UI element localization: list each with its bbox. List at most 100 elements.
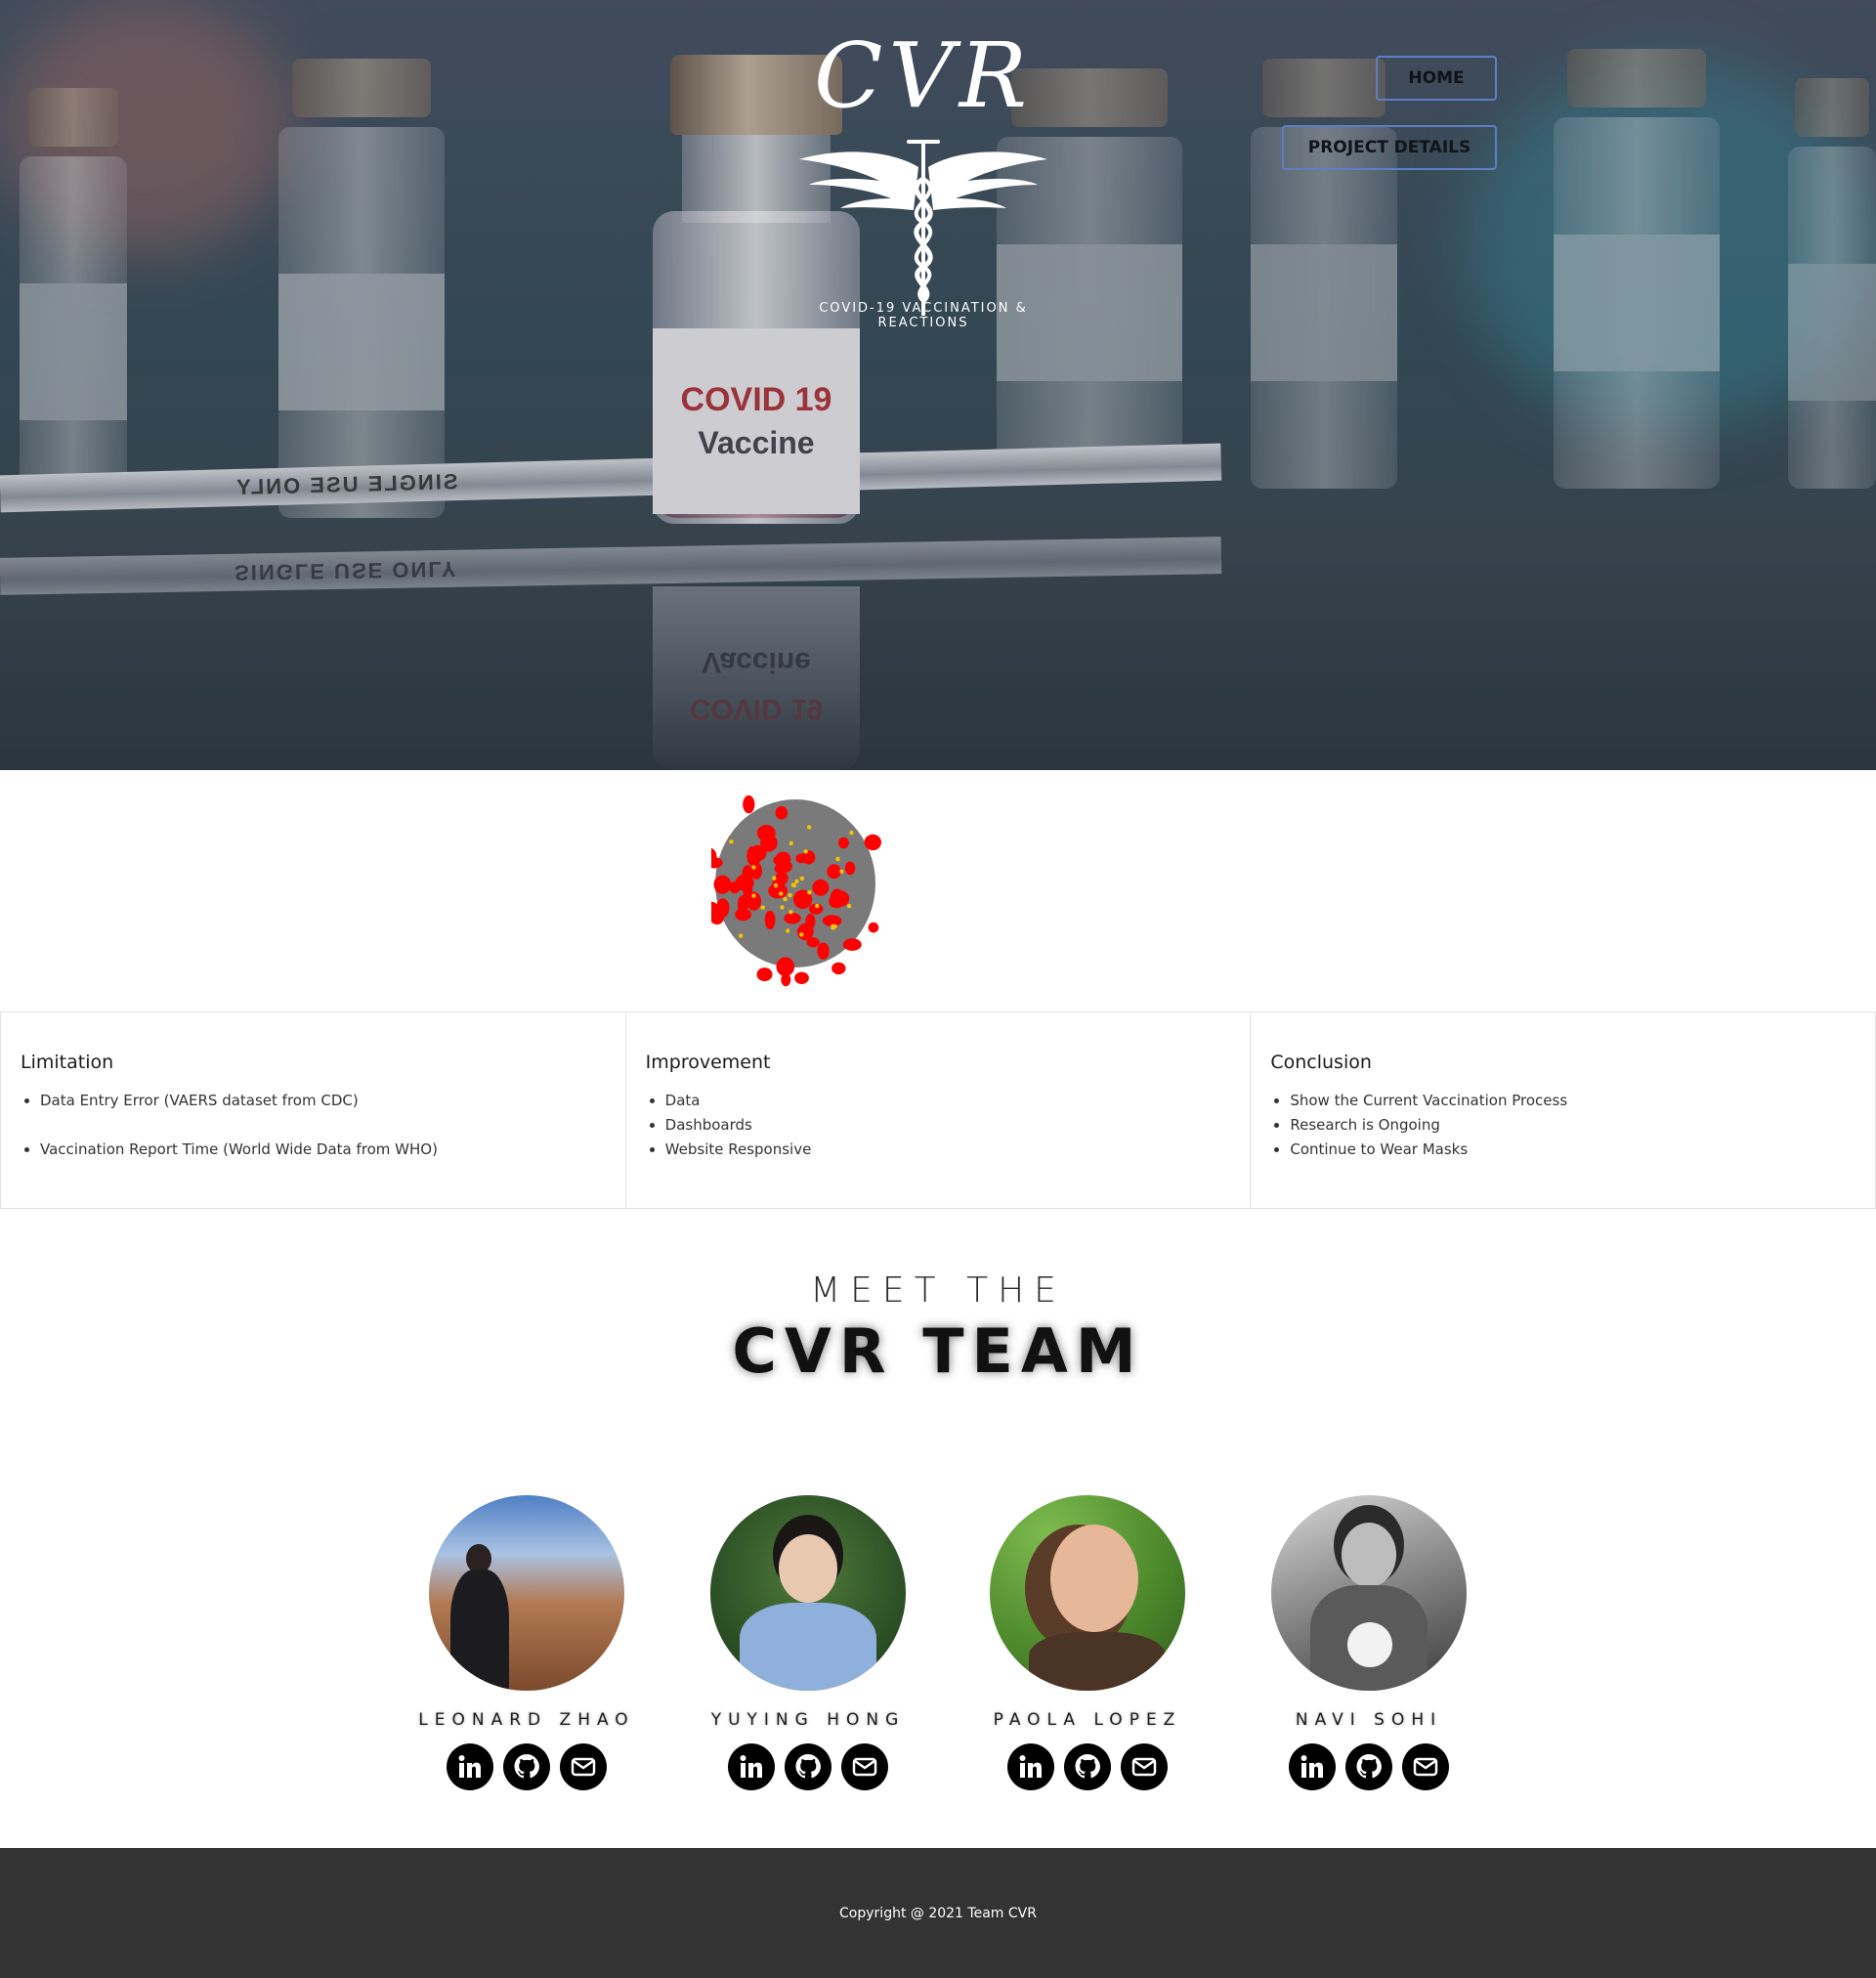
- avatar: [1271, 1495, 1467, 1691]
- virus-dot: [835, 856, 840, 862]
- virus-spike: [756, 968, 773, 982]
- panel-list: Data Dashboards Website Responsive: [646, 1089, 1251, 1162]
- virus-spike: [716, 898, 730, 918]
- member-name: LEONARD ZHAO: [418, 1710, 635, 1730]
- virus-dot: [794, 879, 799, 884]
- home-button[interactable]: HOME: [1376, 56, 1497, 101]
- email-icon[interactable]: [560, 1743, 607, 1790]
- virus-dot: [790, 882, 796, 887]
- project-details-button[interactable]: PROJECT DETAILS: [1282, 125, 1497, 170]
- linkedin-icon[interactable]: [728, 1743, 775, 1790]
- limitation-panel: Limitation Data Entry Error (VAERS datas…: [0, 1012, 625, 1208]
- list-item: Dashboards: [665, 1113, 1251, 1138]
- virus-dot: [779, 891, 784, 896]
- virus-dot: [751, 893, 756, 898]
- panel-list: Show the Current Vaccination Process Res…: [1270, 1089, 1875, 1162]
- team-member-card: LEONARD ZHAO: [400, 1495, 654, 1790]
- social-links: [681, 1743, 935, 1790]
- email-icon[interactable]: [1402, 1743, 1449, 1790]
- linkedin-icon[interactable]: [1007, 1743, 1054, 1790]
- virus-spike: [805, 913, 816, 929]
- conclusion-panel: Conclusion Show the Current Vaccination …: [1250, 1012, 1876, 1208]
- virus-dot: [773, 882, 779, 888]
- virus-dot: [751, 865, 756, 870]
- virus-spike: [838, 837, 849, 849]
- avatar: [429, 1495, 624, 1691]
- virus-spike: [812, 879, 830, 896]
- list-item: Website Responsive: [665, 1138, 1251, 1162]
- copyright-text: Copyright @ 2021 Team CVR: [839, 1905, 1037, 1921]
- list-item: Research is Ongoing: [1290, 1113, 1875, 1138]
- virus-spike: [831, 962, 846, 975]
- virus-spike: [830, 888, 845, 909]
- virus-spike: [775, 805, 789, 820]
- virus-dot: [807, 889, 812, 895]
- virus-dot: [788, 892, 792, 898]
- social-links: [1242, 1743, 1496, 1790]
- github-icon[interactable]: [503, 1743, 550, 1790]
- virus-dot: [772, 876, 777, 881]
- caduceus-icon: [799, 140, 1047, 316]
- virus-dot: [760, 905, 765, 910]
- virus-spike: [781, 972, 791, 987]
- virus-dot: [789, 840, 793, 846]
- linkedin-icon[interactable]: [1289, 1743, 1336, 1790]
- findings-panels: Limitation Data Entry Error (VAERS datas…: [0, 1011, 1876, 1209]
- improvement-panel: Improvement Data Dashboards Website Resp…: [624, 1012, 1251, 1208]
- coronavirus-icon: [699, 795, 881, 987]
- logo-mark: CVR: [813, 23, 1034, 128]
- virus-spike: [735, 908, 751, 922]
- team-member-card: YUYING HONG: [681, 1495, 935, 1790]
- virus-dot: [738, 933, 744, 938]
- team-member-card: PAOLA LOPEZ: [960, 1495, 1215, 1790]
- virus-dot: [789, 910, 793, 915]
- linkedin-icon[interactable]: [447, 1743, 493, 1790]
- avatar: [710, 1495, 906, 1691]
- email-icon[interactable]: [841, 1743, 888, 1790]
- coronavirus-illustration: [699, 790, 887, 1000]
- email-icon[interactable]: [1121, 1743, 1168, 1790]
- panel-list: Data Entry Error (VAERS dataset from CDC…: [21, 1089, 625, 1162]
- member-name: YUYING HONG: [710, 1710, 906, 1730]
- virus-dot: [831, 924, 835, 929]
- list-item: Vaccination Report Time (World Wide Data…: [40, 1138, 625, 1162]
- virus-dot: [799, 932, 804, 937]
- avatar: [990, 1495, 1185, 1691]
- panel-title: Limitation: [21, 1052, 114, 1073]
- footer: Copyright @ 2021 Team CVR: [0, 1848, 1876, 1978]
- virus-dot: [799, 876, 804, 881]
- list-item: Data Entry Error (VAERS dataset from CDC…: [40, 1089, 625, 1113]
- team-member-card: NAVI SOHI: [1242, 1495, 1496, 1790]
- virus-spike: [844, 861, 856, 876]
- list-item: Continue to Wear Masks: [1290, 1138, 1875, 1162]
- list-item: Data: [665, 1089, 1251, 1113]
- virus-spike: [773, 854, 790, 867]
- virus-spike: [794, 971, 809, 984]
- virus-spike: [817, 942, 830, 960]
- virus-spike: [760, 834, 778, 852]
- virus-spike: [784, 913, 801, 924]
- virus-spike: [868, 922, 879, 933]
- virus-spike: [797, 892, 809, 903]
- virus-dot: [803, 849, 808, 854]
- virus-spike: [864, 834, 881, 851]
- virus-spike: [842, 938, 862, 951]
- panel-title: Conclusion: [1270, 1052, 1372, 1073]
- virus-spike: [764, 910, 776, 929]
- virus-spike: [746, 845, 758, 866]
- logo-tagline: COVID-19 VACCINATION & REACTIONS: [819, 301, 1028, 330]
- virus-dot: [815, 903, 820, 909]
- virus-dot: [786, 928, 790, 933]
- cvr-logo[interactable]: CVR COVID-19 VACCINATION & REACTIONS: [782, 27, 1065, 350]
- social-links: [960, 1743, 1215, 1790]
- virus-dot: [849, 830, 854, 836]
- github-icon[interactable]: [1064, 1743, 1111, 1790]
- github-icon[interactable]: [1345, 1743, 1392, 1790]
- team-title: CVR TEAM: [732, 1315, 1144, 1387]
- virus-spike: [827, 864, 841, 880]
- github-icon[interactable]: [785, 1743, 831, 1790]
- virus-dot: [839, 869, 844, 874]
- virus-dot: [729, 839, 734, 844]
- member-name: NAVI SOHI: [1295, 1710, 1443, 1730]
- virus-spike: [743, 795, 755, 814]
